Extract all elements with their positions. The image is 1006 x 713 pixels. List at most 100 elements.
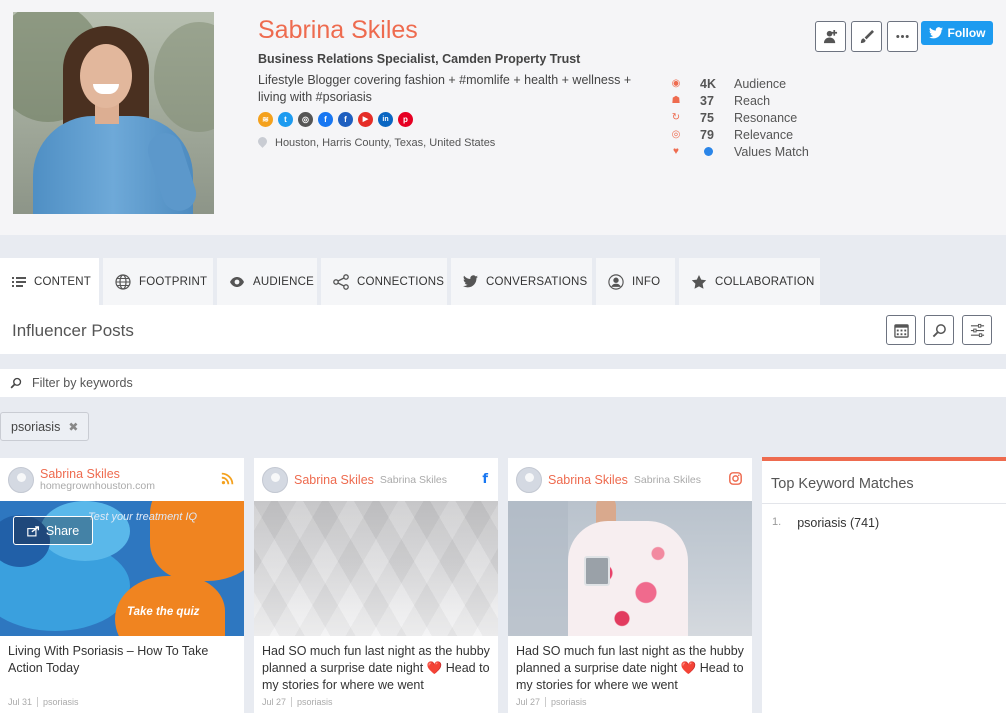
facebook-page-icon[interactable]: f (338, 112, 353, 127)
tab-audience[interactable]: AUDIENCE (217, 258, 317, 305)
twitter-icon (463, 274, 478, 290)
metric-label: Values Match (734, 144, 809, 159)
metric-label: Audience (734, 76, 787, 91)
add-to-list-button[interactable] (815, 21, 846, 52)
profile-title: Business Relations Specialist, Camden Pr… (258, 52, 581, 66)
profile-header: Sabrina Skiles Business Relations Specia… (0, 0, 1006, 235)
metric-value: 75 (700, 110, 714, 125)
image-caption-top: Test your treatment IQ (88, 511, 198, 523)
post-text: Living With Psoriasis – How To Take Acti… (8, 644, 209, 675)
post-tag[interactable]: psoriasis (545, 697, 587, 707)
post-date: Jul 27 (516, 697, 541, 707)
metric-value (684, 145, 734, 159)
posts-tools (886, 315, 992, 345)
search-button[interactable] (924, 315, 954, 345)
post-card[interactable]: Sabrina Skiles homegrownhouston.com Test… (0, 458, 244, 713)
post-image[interactable] (254, 501, 498, 636)
keyword-chip[interactable]: psoriasis ✖ (0, 412, 90, 441)
card-author[interactable]: Sabrina Skiles (294, 473, 374, 487)
post-meta: Jul 27 psoriasis (262, 697, 333, 707)
keyword-item[interactable]: 1. psoriasis (741) (772, 516, 879, 530)
more-options-button[interactable] (887, 21, 918, 52)
top-keyword-panel: Top Keyword Matches 1. psoriasis (741) (762, 457, 1006, 713)
card-author[interactable]: Sabrina Skiles (548, 473, 628, 487)
card-source: Sabrina Skiles (379, 473, 448, 486)
tab-info[interactable]: INFO (596, 258, 675, 305)
tab-collaboration[interactable]: COLLABORATION (679, 258, 820, 305)
profile-location: Houston, Harris County, Texas, United St… (258, 137, 495, 149)
card-header: Sabrina Skiles Sabrina Skiles f (254, 458, 498, 501)
profile-name: Sabrina Skiles (258, 16, 418, 44)
values-match-dot (704, 146, 713, 156)
post-image[interactable] (508, 501, 752, 636)
people-icon: ☗ (671, 95, 681, 106)
post-card[interactable]: Sabrina Skiles Sabrina Skiles f Had SO m… (254, 458, 498, 713)
eye-icon (229, 274, 245, 290)
metric-resonance: ↻ 75 Resonance (668, 109, 809, 126)
tab-connections[interactable]: CONNECTIONS (321, 258, 447, 305)
post-tag[interactable]: psoriasis (37, 697, 79, 707)
edit-button[interactable] (851, 21, 882, 52)
avatar (8, 466, 34, 493)
facebook-icon: f (482, 472, 488, 487)
tab-label: AUDIENCE (253, 275, 315, 288)
share-button[interactable]: Share (13, 516, 93, 545)
card-header: Sabrina Skiles homegrownhouston.com (0, 458, 244, 501)
linkedin-icon[interactable]: in (378, 112, 393, 127)
image-caption-bottom: Take the quiz (127, 606, 200, 618)
follow-button[interactable]: Follow (921, 21, 993, 45)
metric-value: 37 (700, 93, 714, 108)
metric-value: 79 (700, 127, 714, 142)
twitter-icon[interactable]: t (278, 112, 293, 127)
post-meta: Jul 27 psoriasis (516, 697, 587, 707)
share-nodes-icon (333, 273, 349, 290)
card-author[interactable]: Sabrina Skiles (40, 467, 155, 481)
social-links: ≋ t ◎ f f ▶ in p (258, 112, 413, 127)
calendar-button[interactable] (886, 315, 916, 345)
tab-label: INFO (632, 275, 661, 288)
eye-icon: ◉ (671, 78, 681, 89)
metric-values-match: ♥ Values Match (668, 143, 809, 160)
avatar (262, 466, 288, 493)
filter-placeholder: Filter by keywords (32, 376, 133, 390)
posts-toolbar: Influencer Posts (0, 305, 1006, 354)
card-source: Sabrina Skiles (633, 473, 702, 486)
rss-icon[interactable]: ≋ (258, 112, 273, 127)
post-date: Jul 31 (8, 697, 33, 707)
pinterest-icon[interactable]: p (398, 112, 413, 127)
metric-label: Relevance (734, 127, 794, 142)
tab-content[interactable]: CONTENT (0, 258, 99, 305)
target-icon: ◎ (671, 129, 681, 140)
close-icon[interactable]: ✖ (68, 420, 78, 434)
share-icon (27, 525, 39, 536)
post-date: Jul 27 (262, 697, 287, 707)
divider (762, 503, 1006, 504)
metric-relevance: ◎ 79 Relevance (668, 126, 809, 143)
search-icon (10, 377, 22, 389)
sliders-icon (970, 323, 984, 337)
post-text: Had SO much fun last night as the hubby … (262, 644, 490, 691)
keyword-label: psoriasis (741) (797, 516, 880, 530)
user-circle-icon (608, 273, 624, 290)
instagram-icon[interactable]: ◎ (298, 112, 313, 127)
youtube-icon[interactable]: ▶ (358, 112, 373, 127)
metric-label: Reach (734, 93, 771, 108)
facebook-icon[interactable]: f (318, 112, 333, 127)
profile-bio: Lifestyle Blogger covering fashion + #mo… (258, 73, 632, 104)
filter-settings-button[interactable] (962, 315, 992, 345)
heart-icon: ♥ (673, 146, 679, 157)
tab-label: CONTENT (34, 275, 91, 288)
keyword-filter-input[interactable]: Filter by keywords (0, 369, 1006, 397)
card-source: homegrownhouston.com (40, 480, 155, 492)
metric-value: 4K (700, 76, 716, 91)
brush-icon (860, 29, 874, 44)
chip-label: psoriasis (11, 419, 61, 434)
post-card[interactable]: Sabrina Skiles Sabrina Skiles Had SO muc… (508, 458, 752, 713)
location-pin-icon (258, 137, 267, 149)
metric-audience: ◉ 4K Audience (668, 75, 809, 92)
post-tag[interactable]: psoriasis (291, 697, 333, 707)
tab-conversations[interactable]: CONVERSATIONS (451, 258, 592, 305)
tab-footprint[interactable]: FOOTPRINT (103, 258, 213, 305)
instagram-icon (729, 472, 742, 488)
post-image[interactable]: Test your treatment IQ Take the quiz Sha… (0, 501, 244, 636)
